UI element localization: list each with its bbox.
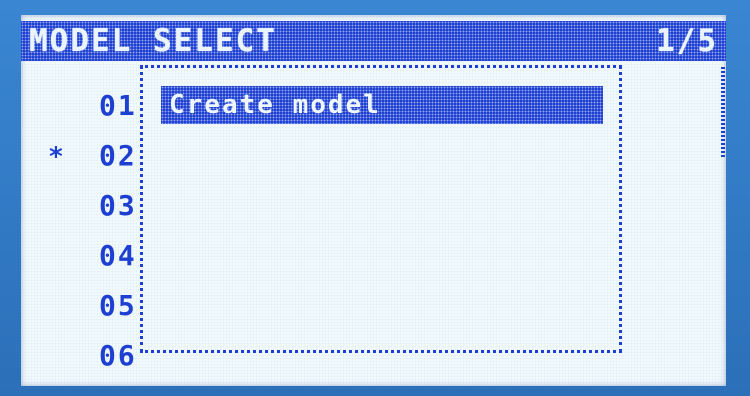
model-row-02[interactable]: * 02	[41, 137, 151, 177]
model-row-01[interactable]: 01	[41, 87, 151, 127]
model-slot-number: 03	[99, 189, 137, 222]
page-indicator: 1/5	[656, 23, 718, 59]
scrollbar[interactable]	[721, 67, 725, 157]
model-row-06[interactable]: 06	[41, 337, 151, 377]
model-slot-number: 05	[99, 289, 137, 322]
model-slot-number: 02	[99, 139, 137, 172]
model-slot-number: 06	[99, 339, 137, 372]
model-row-03[interactable]: 03	[41, 187, 151, 227]
model-slot-number: 04	[99, 239, 137, 272]
title-bar: MODEL SELECT 1/5	[21, 21, 726, 61]
model-row-04[interactable]: 04	[41, 237, 151, 277]
model-row-05[interactable]: 05	[41, 287, 151, 327]
model-action-popup: Create model	[140, 65, 622, 353]
model-list: 01 * 02 03 04 05 06	[41, 87, 151, 382]
lcd-screen: MODEL SELECT 1/5 01 * 02 03 04 05 06 Cre…	[21, 15, 726, 386]
screen-title: MODEL SELECT	[29, 23, 277, 59]
create-model-label: Create model	[169, 90, 381, 120]
create-model-option[interactable]: Create model	[161, 86, 603, 124]
selected-marker: *	[48, 142, 66, 172]
model-slot-number: 01	[99, 89, 137, 122]
